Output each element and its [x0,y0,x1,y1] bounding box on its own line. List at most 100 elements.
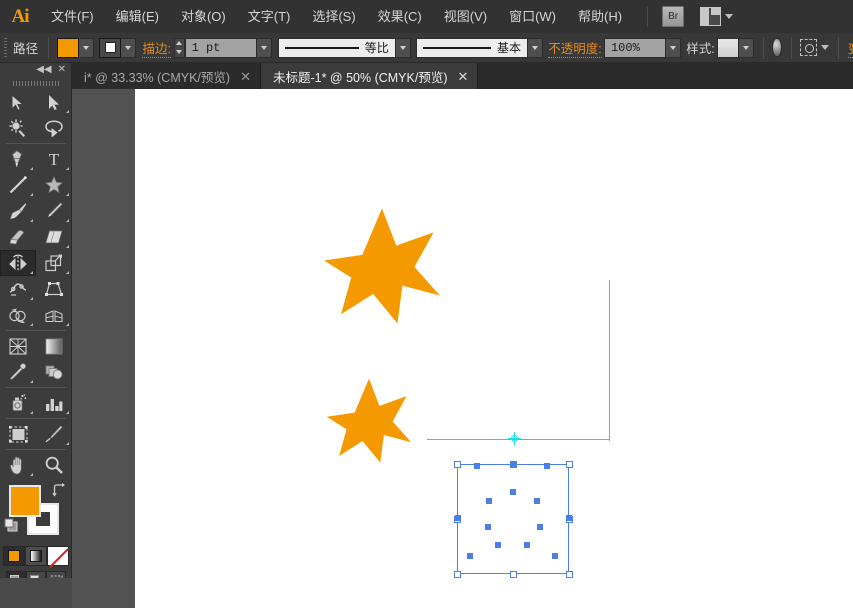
fill-dropdown-button[interactable] [79,37,95,58]
style-dropdown-button[interactable] [738,37,754,58]
brush-definition-group[interactable]: 基本 [416,37,544,58]
scale-tool[interactable] [36,250,72,276]
path-anchor-point[interactable] [467,553,473,559]
artboard-tool[interactable] [0,421,36,447]
shape-builder-tool[interactable] [0,302,36,328]
close-icon[interactable]: ✕ [458,70,469,83]
type-tool[interactable]: T [36,146,72,172]
stroke-dropdown-button[interactable] [121,37,137,58]
menu-file[interactable]: 文件(F) [40,0,105,33]
stroke-profile-group[interactable]: 等比 [277,37,411,58]
stroke-weight-stepper[interactable] [173,37,185,58]
slice-tool[interactable] [36,421,72,447]
path-anchor-point[interactable] [537,524,543,530]
stroke-profile-preview[interactable]: 等比 [277,37,396,58]
free-transform-tool[interactable] [36,276,72,302]
gradient-tool[interactable] [36,333,72,359]
toolbox-fill-swatch[interactable] [9,485,41,517]
path-anchor-point[interactable] [474,463,480,469]
resize-handle-br[interactable] [566,571,573,578]
pencil-tool[interactable] [36,198,72,224]
star-unselected[interactable] [323,206,441,324]
style-group[interactable] [716,37,754,58]
path-anchor-point[interactable] [544,463,550,469]
opacity-label[interactable]: 不透明度: [548,38,602,58]
canvas-area[interactable] [0,89,853,608]
column-graph-tool[interactable] [36,390,72,416]
control-bar-grip[interactable] [4,37,8,58]
none-mode-button[interactable] [47,546,69,566]
brush-definition-preview[interactable]: 基本 [416,37,529,58]
menu-select[interactable]: 选择(S) [301,0,366,33]
menu-type[interactable]: 文字(T) [237,0,302,33]
path-anchor-point[interactable] [485,524,491,530]
path-anchor-point[interactable] [495,542,501,548]
opacity-dropdown-button[interactable] [665,37,681,58]
direct-selection-tool[interactable] [36,89,72,115]
perspective-grid-tool[interactable] [36,302,72,328]
menu-view[interactable]: 视图(V) [433,0,498,33]
close-icon[interactable]: ✕ [240,70,251,83]
lasso-tool[interactable] [36,115,72,141]
reflect-tool[interactable] [0,250,36,276]
path-anchor-point[interactable] [510,462,516,468]
star-shape-tool[interactable] [36,172,72,198]
document-tab-2[interactable]: 未标题-1* @ 50% (CMYK/预览) ✕ [260,63,479,89]
path-anchor-point[interactable] [455,515,461,521]
bridge-icon[interactable]: Br [662,6,685,27]
toolbox-grip[interactable] [0,77,71,89]
document-tab-1[interactable]: i* @ 33.33% (CMYK/预览) ✕ [72,63,261,89]
zoom-tool[interactable] [36,452,72,478]
stroke-swatch[interactable] [99,37,122,58]
path-anchor-point[interactable] [534,498,540,504]
close-icon[interactable]: ✕ [58,65,66,75]
fill-swatch-group[interactable] [57,37,95,58]
selection-bounding-box[interactable] [454,461,573,578]
align-options-button[interactable] [800,39,830,56]
path-anchor-point[interactable] [524,542,530,548]
path-anchor-point[interactable] [566,515,572,521]
transform-label[interactable]: 变 [847,38,853,58]
color-mode-button[interactable] [3,546,25,566]
menu-object[interactable]: 对象(O) [170,0,237,33]
width-tool[interactable] [0,276,36,302]
stroke-profile-dropdown-button[interactable] [395,37,411,58]
pen-tool[interactable] [0,146,36,172]
star-selected[interactable] [326,377,412,463]
path-anchor-point[interactable] [552,553,558,559]
resize-handle-tr[interactable] [566,461,573,468]
gradient-mode-button[interactable] [25,546,47,566]
stroke-weight-input[interactable]: 1 pt [184,37,257,58]
document-canvas[interactable] [135,89,853,608]
stroke-swatch-group[interactable] [99,37,137,58]
resize-handle-tl[interactable] [454,461,461,468]
opacity-group[interactable]: 100% [603,37,681,58]
resize-handle-bl[interactable] [454,571,461,578]
stroke-weight-dropdown-button[interactable] [256,37,272,58]
eyedropper-tool[interactable] [0,359,36,385]
magic-wand-tool[interactable] [0,115,36,141]
mesh-tool[interactable] [0,333,36,359]
brush-definition-dropdown-button[interactable] [528,37,544,58]
menu-help[interactable]: 帮助(H) [567,0,633,33]
line-segment-tool[interactable] [0,172,36,198]
selection-tool[interactable] [0,89,36,115]
path-anchor-point[interactable] [510,489,516,495]
default-fill-stroke-icon[interactable] [4,518,18,532]
stroke-weight-group[interactable]: 1 pt [173,37,272,58]
hand-tool[interactable] [0,452,36,478]
menu-window[interactable]: 窗口(W) [498,0,567,33]
symbol-sprayer-tool[interactable] [0,390,36,416]
opacity-input[interactable]: 100% [603,37,666,58]
recolor-artwork-icon[interactable] [772,38,782,57]
path-anchor-point[interactable] [486,498,492,504]
eraser-tool[interactable] [36,224,72,250]
resize-handle-bc[interactable] [510,571,517,578]
graphic-style-swatch[interactable] [716,37,739,58]
swap-fill-stroke-icon[interactable] [51,483,66,497]
arrange-documents-button[interactable] [700,7,734,26]
fill-swatch[interactable] [57,37,80,58]
paintbrush-tool[interactable] [0,198,36,224]
stroke-weight-label[interactable]: 描边: [142,38,171,58]
blob-brush-tool[interactable] [0,224,36,250]
